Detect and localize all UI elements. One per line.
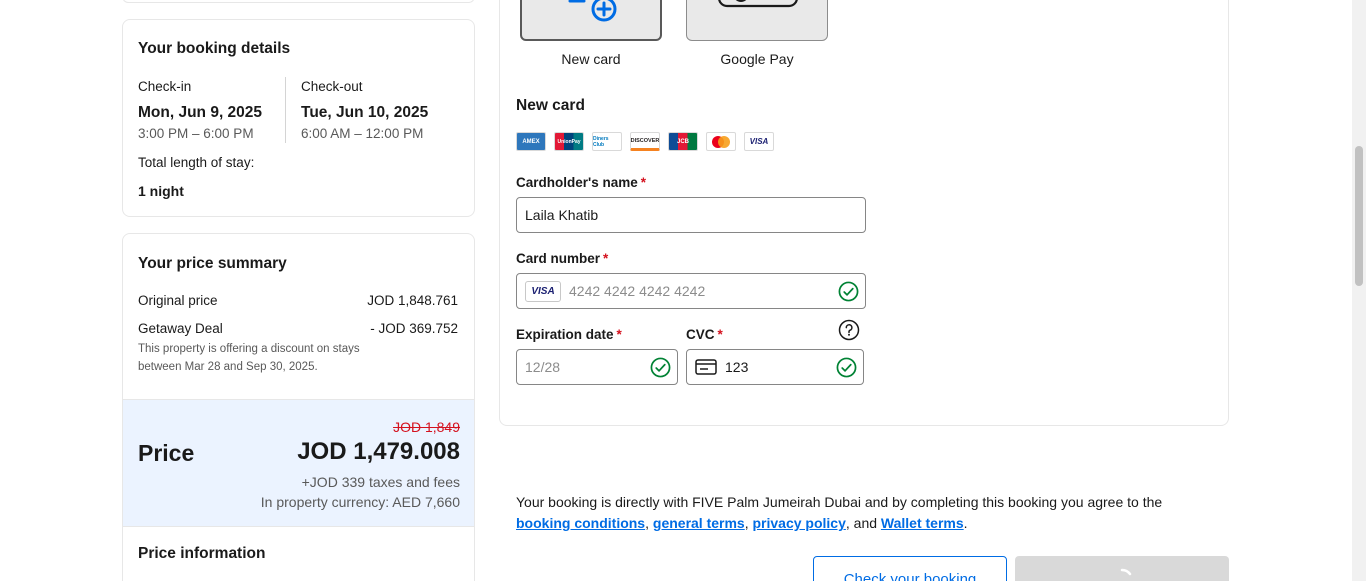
card-brand-visa-badge: VISA <box>525 280 561 302</box>
original-price-label: Original price <box>138 293 218 308</box>
cardholder-name-input[interactable]: Laila Khatib <box>516 197 866 233</box>
amex-logo: AMEX <box>516 132 546 151</box>
old-price: JOD 1,849 <box>393 419 460 435</box>
cardholder-name-value: Laila Khatib <box>525 207 599 223</box>
unionpay-logo: UnionPay <box>554 132 584 151</box>
payment-method-new-card-label: New card <box>561 51 621 67</box>
cvc-input[interactable]: 123 <box>686 349 864 385</box>
check-your-booking-button[interactable]: Check your booking <box>813 556 1007 581</box>
price-information-title: Price information <box>138 545 266 562</box>
booking-details-title: Your booking details <box>138 40 291 57</box>
getaway-deal-value: - JOD 369.752 <box>370 321 458 336</box>
getaway-deal-label: Getaway Deal <box>138 321 223 336</box>
property-currency-price: In property currency: AED 7,660 <box>260 494 460 510</box>
cvc-label: CVC * <box>686 327 723 342</box>
taxes-fees: +JOD 339 taxes and fees <box>301 474 460 490</box>
visa-logo: VISA <box>744 132 774 151</box>
card-cvc-icon <box>695 359 717 375</box>
valid-check-icon <box>836 357 857 378</box>
accepted-card-logos: AMEX UnionPay Diners Club DISCOVER JCB V… <box>516 132 774 151</box>
payment-card: New card Google Pay New card AMEX UnionP… <box>499 0 1229 426</box>
scrollbar-thumb[interactable] <box>1355 146 1363 286</box>
checkin-label: Check-in <box>138 79 192 94</box>
cardholder-name-label: Cardholder's name * <box>516 175 647 190</box>
mastercard-logo <box>706 132 736 151</box>
page-scrollbar[interactable] <box>1352 0 1366 581</box>
booking-details-card: Your booking details Check-in Mon, Jun 9… <box>122 19 475 217</box>
cvc-value: 123 <box>725 359 749 375</box>
valid-check-icon <box>838 281 859 302</box>
cvc-help-icon[interactable] <box>838 319 860 341</box>
checkout-label: Check-out <box>301 79 363 94</box>
complete-booking-button[interactable] <box>1015 556 1229 581</box>
add-card-icon <box>568 0 617 22</box>
checkout-time: 6:00 AM – 12:00 PM <box>301 126 424 141</box>
jcb-logo: JCB <box>668 132 698 151</box>
checkin-date: Mon, Jun 9, 2025 <box>138 104 263 121</box>
price-summary-title: Your price summary <box>138 255 287 272</box>
wallet-terms-link[interactable]: Wallet terms <box>881 515 964 531</box>
original-price-value: JOD 1,848.761 <box>367 293 458 308</box>
payment-method-google-pay[interactable] <box>686 0 828 41</box>
checkin-time: 3:00 PM – 6:00 PM <box>138 126 254 141</box>
price-label: Price <box>138 440 195 466</box>
privacy-policy-link[interactable]: privacy policy <box>753 515 846 531</box>
card-number-input[interactable]: VISA 4242 4242 4242 4242 <box>516 273 866 309</box>
expiration-date-input[interactable]: 12/28 <box>516 349 678 385</box>
expiration-date-label: Expiration date * <box>516 327 622 342</box>
booking-conditions-link[interactable]: booking conditions <box>516 515 645 531</box>
google-pay-icon <box>718 0 798 8</box>
general-terms-link[interactable]: general terms <box>653 515 745 531</box>
discover-logo: DISCOVER <box>630 132 660 151</box>
previous-card-edge <box>122 0 475 3</box>
diners-club-logo: Diners Club <box>592 132 622 151</box>
total-price-box: JOD 1,849 Price JOD 1,479.008 +JOD 339 t… <box>123 399 474 527</box>
payment-method-new-card[interactable] <box>520 0 662 41</box>
checkout-date: Tue, Jun 10, 2025 <box>301 104 429 121</box>
checkin-checkout-divider <box>285 77 286 143</box>
stay-length-value: 1 night <box>138 183 184 199</box>
price-summary-card: Your price summary Original price JOD 1,… <box>122 233 475 581</box>
loading-spinner-icon <box>1120 568 1132 576</box>
deal-note: This property is offering a discount on … <box>138 343 360 373</box>
stay-length-label: Total length of stay: <box>138 155 255 170</box>
payment-method-google-pay-label: Google Pay <box>720 51 794 67</box>
card-number-placeholder: 4242 4242 4242 4242 <box>569 283 706 299</box>
card-number-label: Card number * <box>516 251 609 266</box>
booking-terms-text: Your booking is directly with FIVE Palm … <box>516 494 1163 531</box>
expiration-date-placeholder: 12/28 <box>525 359 561 375</box>
new-card-section-title: New card <box>516 97 585 114</box>
total-price: JOD 1,479.008 <box>297 438 460 465</box>
valid-check-icon <box>650 357 671 378</box>
